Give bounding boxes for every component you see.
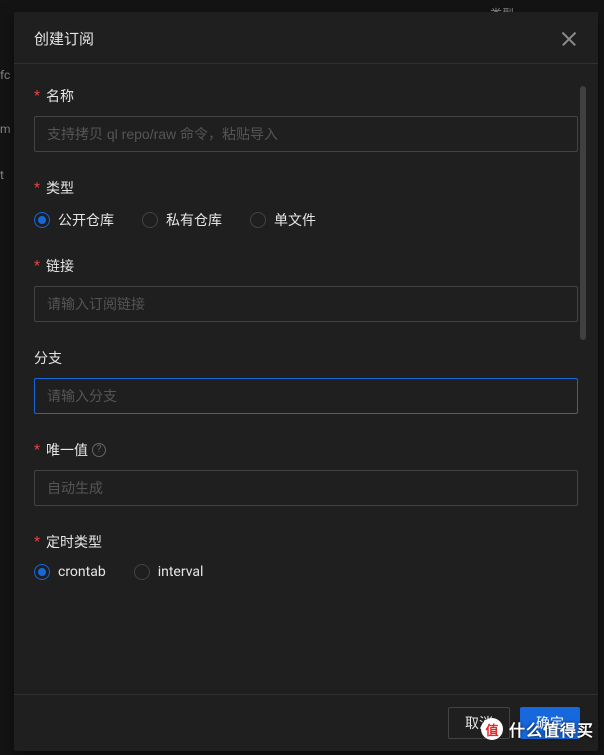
form-item-name: * 名称 xyxy=(34,86,578,152)
help-icon[interactable]: ? xyxy=(92,443,106,457)
schedule-type-label: * 定时类型 xyxy=(34,532,578,552)
label-text: 定时类型 xyxy=(46,532,102,552)
cancel-button[interactable]: 取消 xyxy=(448,707,510,739)
radio-interval[interactable]: interval xyxy=(134,564,204,580)
radio-circle-icon xyxy=(250,212,266,228)
form-item-unique-value: * 唯一值 ? xyxy=(34,440,578,506)
radio-circle-icon xyxy=(134,564,150,580)
radio-circle-icon xyxy=(34,212,50,228)
radio-circle-icon xyxy=(34,564,50,580)
label-text: 唯一值 xyxy=(46,440,88,460)
radio-label: 私有仓库 xyxy=(166,210,222,230)
close-icon[interactable] xyxy=(560,30,578,48)
required-mark: * xyxy=(34,88,40,104)
schedule-radio-group: crontab interval xyxy=(34,564,578,580)
radio-label: 公开仓库 xyxy=(58,210,114,230)
form-item-type: * 类型 公开仓库 私有仓库 单文件 xyxy=(34,178,578,230)
radio-label: interval xyxy=(158,564,204,580)
radio-single-file[interactable]: 单文件 xyxy=(250,210,316,230)
bg-text: fc xyxy=(0,68,10,82)
required-mark: * xyxy=(34,180,40,196)
link-input[interactable] xyxy=(34,286,578,322)
form-item-link: * 链接 xyxy=(34,256,578,322)
radio-public-repo[interactable]: 公开仓库 xyxy=(34,210,114,230)
modal-title: 创建订阅 xyxy=(34,28,94,49)
radio-circle-icon xyxy=(142,212,158,228)
modal-body: * 名称 * 类型 公开仓库 私有仓库 单文 xyxy=(14,64,598,694)
bg-text: t xyxy=(0,168,4,182)
required-mark: * xyxy=(34,534,40,550)
radio-private-repo[interactable]: 私有仓库 xyxy=(142,210,222,230)
radio-label: 单文件 xyxy=(274,210,316,230)
modal-footer: 取消 确定 xyxy=(14,694,598,751)
label-text: 名称 xyxy=(46,86,74,106)
branch-label: 分支 xyxy=(34,348,578,368)
required-mark: * xyxy=(34,258,40,274)
form-item-schedule-type: * 定时类型 crontab interval xyxy=(34,532,578,580)
label-text: 分支 xyxy=(34,348,62,368)
label-text: 类型 xyxy=(46,178,74,198)
name-label: * 名称 xyxy=(34,86,578,106)
required-mark: * xyxy=(34,442,40,458)
scrollbar[interactable] xyxy=(580,86,586,340)
name-input[interactable] xyxy=(34,116,578,152)
modal-header: 创建订阅 xyxy=(14,12,598,64)
unique-value-label: * 唯一值 ? xyxy=(34,440,578,460)
type-label: * 类型 xyxy=(34,178,578,198)
confirm-button[interactable]: 确定 xyxy=(520,707,580,739)
bg-text: m xyxy=(0,122,11,136)
link-label: * 链接 xyxy=(34,256,578,276)
radio-crontab[interactable]: crontab xyxy=(34,564,106,580)
branch-input[interactable] xyxy=(34,378,578,414)
type-radio-group: 公开仓库 私有仓库 单文件 xyxy=(34,210,578,230)
label-text: 链接 xyxy=(46,256,74,276)
radio-label: crontab xyxy=(58,564,106,580)
unique-value-input[interactable] xyxy=(34,470,578,506)
create-subscription-modal: 创建订阅 * 名称 * 类型 公开仓库 私有仓库 xyxy=(14,12,598,751)
form-item-branch: 分支 xyxy=(34,348,578,414)
